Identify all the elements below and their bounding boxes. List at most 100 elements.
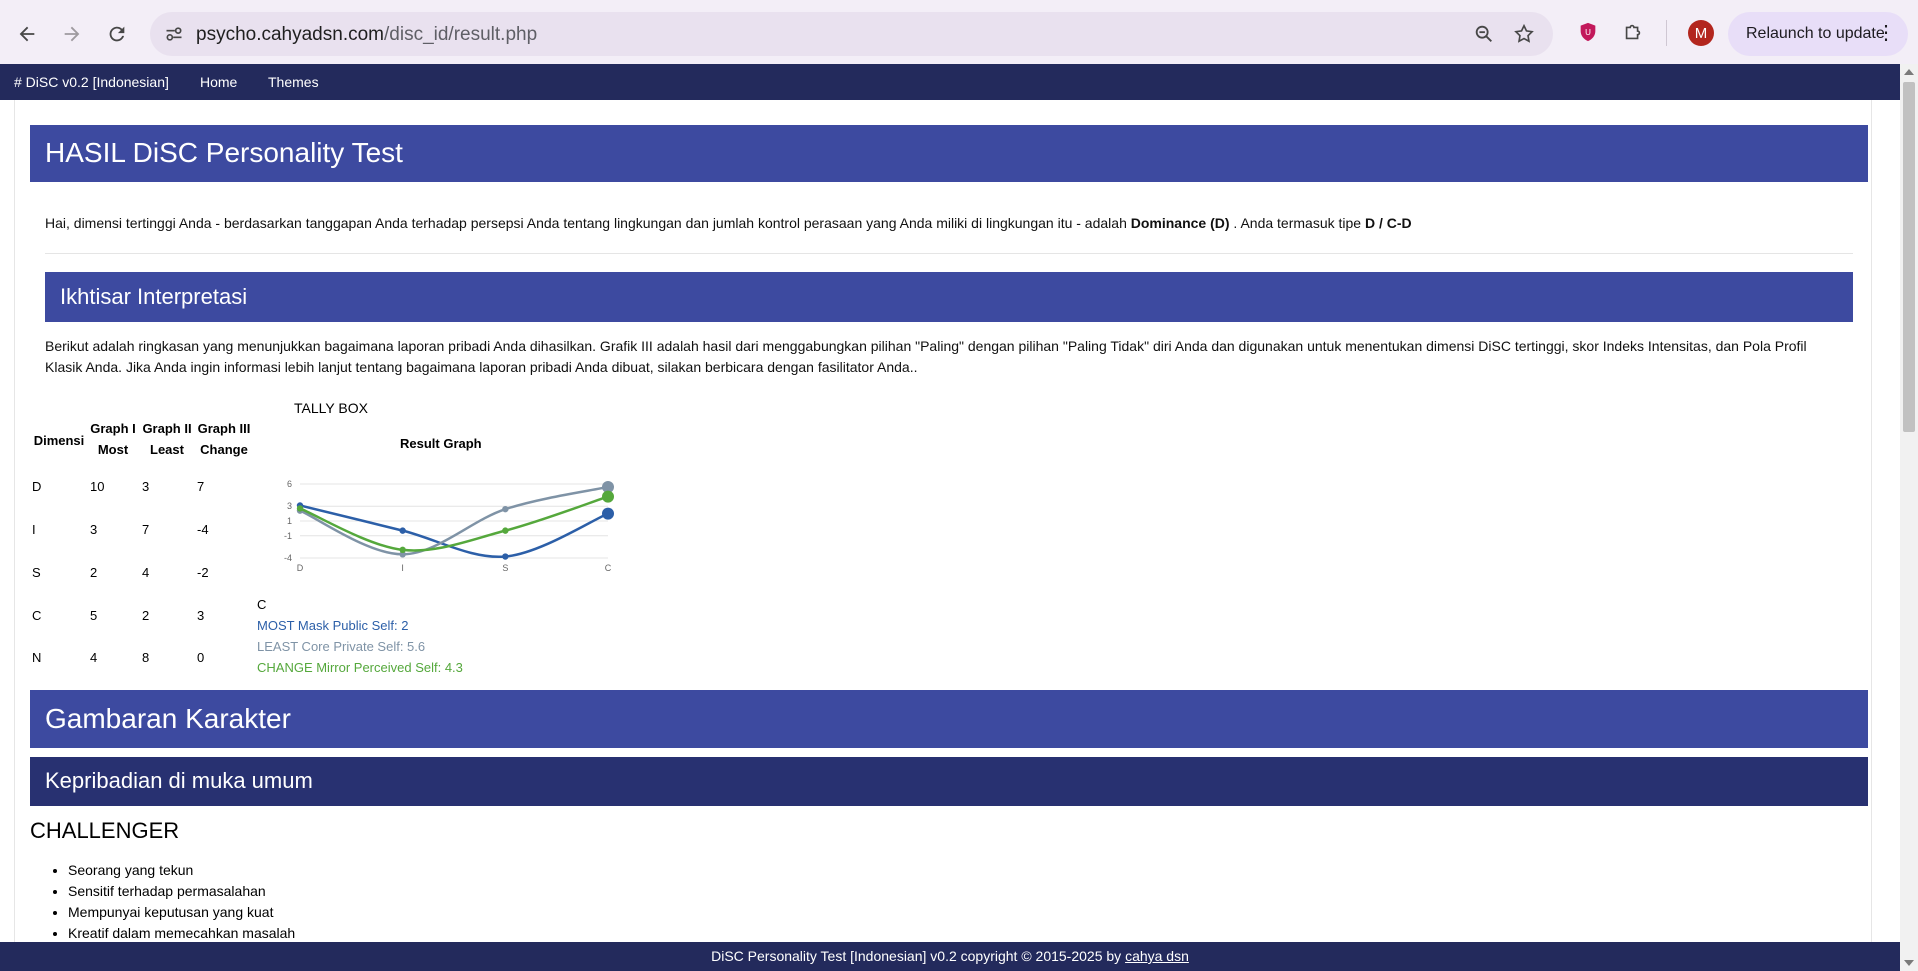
- chart-x-tick-label: D: [297, 563, 304, 573]
- chart-y-tick-label: -4: [284, 553, 292, 563]
- legend-most: MOST Mask Public Self: 2: [257, 618, 409, 633]
- address-bar[interactable]: psycho.cahyadsn.com/disc_id/result.php: [150, 12, 1553, 56]
- footer: DiSC Personality Test [Indonesian] v0.2 …: [0, 942, 1900, 971]
- tally-cell: D: [32, 479, 42, 494]
- tally-header-graph2: Graph II Least: [142, 421, 192, 457]
- footer-author-link[interactable]: cahya dsn: [1125, 948, 1189, 964]
- zoom-icon[interactable]: [1470, 20, 1498, 48]
- tally-cell: S: [32, 565, 41, 580]
- chart-series-line-change: [299, 495, 609, 552]
- chart-y-tick-label: 1: [287, 516, 292, 526]
- chart-point-least: [502, 505, 509, 513]
- list-item: Mempunyai keputusan yang kuat: [68, 902, 295, 923]
- profile-avatar[interactable]: M: [1688, 20, 1714, 46]
- summary-text: Berikut adalah ringkasan yang menunjukka…: [45, 338, 1807, 375]
- chart-point-most: [399, 527, 406, 534]
- forward-arrow-icon: [64, 26, 80, 42]
- list-item: Seorang yang tekun: [68, 860, 295, 881]
- chart-point-change: [502, 527, 509, 534]
- avatar-letter: M: [1694, 24, 1708, 42]
- tally-box-title: TALLY BOX: [294, 400, 368, 416]
- chart-y-tick-label: 3: [287, 501, 292, 511]
- legend-c-label: C: [257, 597, 267, 612]
- tally-cell: 7: [142, 522, 150, 537]
- chart-point-most: [502, 553, 509, 560]
- tally-cell: 3: [142, 479, 150, 494]
- footer-text: DiSC Personality Test [Indonesian] v0.2 …: [711, 948, 1126, 964]
- bookmark-star-icon[interactable]: [1510, 20, 1538, 48]
- scroll-up-icon[interactable]: [1904, 69, 1914, 75]
- summary-heading-banner: Ikhtisar Interpretasi: [45, 272, 1853, 322]
- svg-text:U: U: [1585, 27, 1591, 37]
- page-title: HASIL DiSC Personality Test: [45, 137, 403, 168]
- scroll-down-icon[interactable]: [1904, 960, 1914, 966]
- browser-toolbar: psycho.cahyadsn.com/disc_id/result.php U…: [0, 0, 1918, 64]
- intro-type: D / C-D: [1364, 215, 1412, 231]
- relaunch-button[interactable]: Relaunch to update ⋮: [1728, 12, 1908, 56]
- site-info-icon[interactable]: [160, 20, 188, 48]
- tally-cell: 7: [197, 479, 205, 494]
- back-arrow-icon: [19, 26, 35, 42]
- tally-header-dimensi: Dimensi: [33, 433, 85, 448]
- result-graph-chart: 6 3 1 -1 -4 D I S C: [284, 479, 614, 573]
- intro-prefix: Hai, dimensi tertinggi Anda - berdasarka…: [45, 215, 1131, 231]
- back-button[interactable]: [9, 16, 45, 52]
- list-item: Sensitif terhadap permasalahan: [68, 881, 295, 902]
- tally-cell: C: [32, 608, 42, 623]
- tally-header-graph3: Graph III Change: [197, 421, 251, 457]
- page-content: HASIL DiSC Personality Test Hai, dimensi…: [0, 100, 1900, 942]
- tally-cell: 5: [90, 608, 98, 623]
- legend-change: CHANGE Mirror Perceived Self: 4.3: [257, 660, 463, 675]
- intro-middle: . Anda termasuk tipe: [1229, 215, 1365, 231]
- relaunch-label: Relaunch to update: [1746, 25, 1885, 42]
- kebab-menu-icon[interactable]: ⋮: [1876, 22, 1896, 44]
- result-graph-title: Result Graph: [400, 436, 482, 451]
- site-navbar: # DiSC v0.2 [Indonesian] Home Themes: [0, 64, 1918, 100]
- forward-button[interactable]: [54, 16, 90, 52]
- ublock-extension-icon[interactable]: U: [1572, 16, 1604, 48]
- list-item: Kreatif dalam memecahkan masalah: [68, 923, 295, 942]
- tally-cell: 10: [90, 479, 105, 494]
- reload-icon: [109, 26, 125, 42]
- chart-point-most: [602, 507, 614, 520]
- tally-cell: -2: [197, 565, 209, 580]
- public-personality-title: Kepribadian di muka umum: [45, 768, 313, 793]
- chart-x-tick-label: I: [401, 563, 404, 573]
- chart-y-tick-label: -1: [284, 531, 292, 541]
- legend-least: LEAST Core Private Self: 5.6: [257, 639, 426, 654]
- vertical-scrollbar[interactable]: [1900, 64, 1918, 971]
- traits-list: Seorang yang tekun Sensitif terhadap per…: [30, 860, 295, 942]
- toolbar-divider: [1666, 20, 1667, 46]
- character-section-title: Gambaran Karakter: [45, 703, 291, 734]
- chart-y-tick-label: 6: [287, 479, 292, 489]
- navbar-brand[interactable]: # DiSC v0.2 [Indonesian]: [14, 74, 169, 90]
- chart-point-change: [399, 546, 406, 554]
- nav-link-themes[interactable]: Themes: [268, 74, 319, 90]
- chart-point-change: [296, 505, 304, 512]
- chart-x-tick-label: C: [605, 563, 612, 573]
- tally-cell: 4: [142, 565, 150, 580]
- public-personality-banner: Kepribadian di muka umum: [30, 757, 1868, 806]
- character-section-banner: Gambaran Karakter: [30, 690, 1868, 748]
- extensions-puzzle-icon[interactable]: [1617, 16, 1649, 48]
- summary-heading: Ikhtisar Interpretasi: [60, 284, 248, 309]
- chart-point-change: [602, 490, 614, 503]
- tally-cell: 2: [90, 565, 98, 580]
- tally-cell: 3: [90, 522, 98, 537]
- tally-cell: -4: [197, 522, 209, 537]
- intro-dimension: Dominance (D): [1130, 215, 1230, 231]
- url-host: psycho.cahyadsn.com: [196, 24, 384, 45]
- tally-cell: N: [32, 650, 42, 665]
- tally-cell: 3: [197, 608, 205, 623]
- reload-button[interactable]: [99, 16, 135, 52]
- url-text[interactable]: psycho.cahyadsn.com/disc_id/result.php: [196, 24, 537, 46]
- nav-link-home[interactable]: Home: [200, 74, 237, 90]
- intro-text: Hai, dimensi tertinggi Anda - berdasarka…: [45, 215, 1412, 231]
- personality-type: CHALLENGER: [30, 818, 180, 843]
- url-path: /disc_id/result.php: [384, 24, 538, 45]
- scrollbar-thumb[interactable]: [1903, 82, 1915, 432]
- chart-x-tick-label: S: [502, 563, 508, 573]
- tally-header-graph1: Graph I Most: [90, 421, 136, 457]
- tally-cell: 4: [90, 650, 98, 665]
- tally-cell: 0: [197, 650, 205, 665]
